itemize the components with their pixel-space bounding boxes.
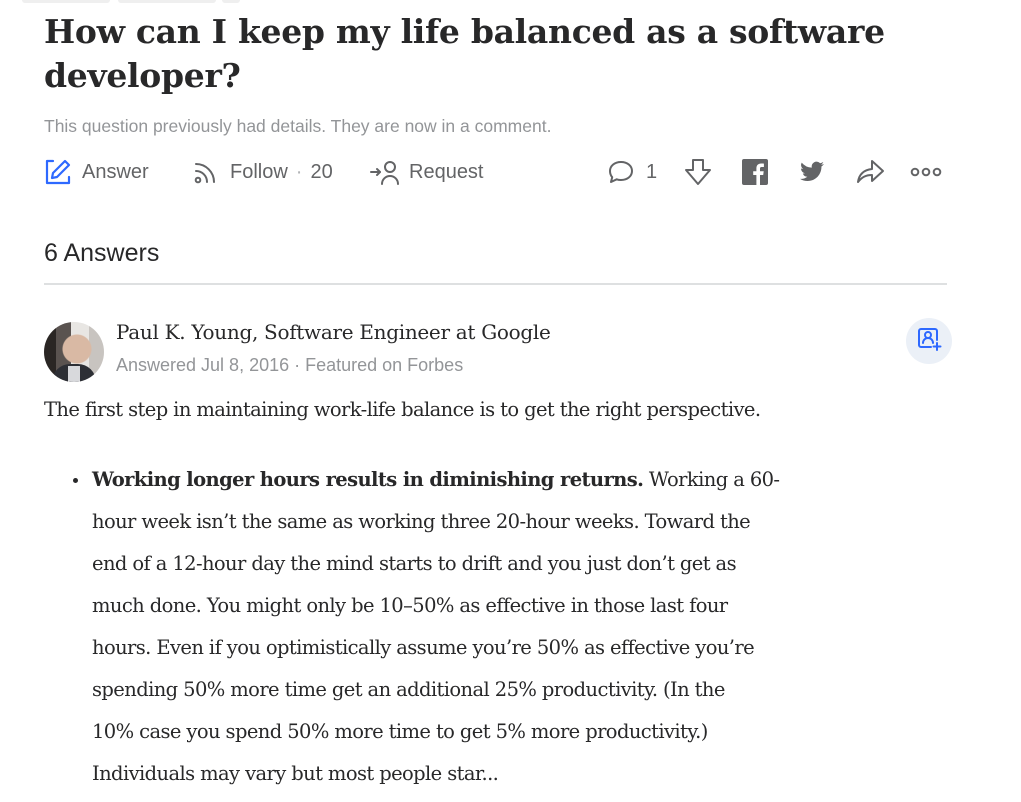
facebook-icon: [742, 159, 768, 185]
request-button[interactable]: Request: [369, 155, 484, 189]
bullet-bold-lead: Working longer hours results in diminish…: [92, 468, 644, 491]
request-user-icon: [369, 158, 401, 186]
bullet-line: 10% case you spend 50% more time to get …: [92, 720, 708, 743]
request-label: Request: [409, 160, 484, 183]
top-edge-segment: [222, 0, 240, 3]
facebook-share-button[interactable]: [742, 155, 768, 189]
follow-button[interactable]: Follow · 20: [192, 155, 333, 189]
downvote-arrow-icon: [682, 157, 714, 187]
avatar-shirt: [68, 366, 80, 382]
bullet-line: much done. You might only be 10–50% as e…: [92, 594, 728, 617]
answer-intro-paragraph: The first step in maintaining work-life …: [44, 398, 761, 421]
answer-bullet-item: Working longer hours results in diminish…: [73, 459, 902, 795]
author-name-link[interactable]: Paul K. Young, Software Engineer at Goog…: [116, 320, 551, 344]
pencil-edit-icon: [44, 158, 72, 186]
more-dots-icon: [910, 165, 942, 179]
bullet-line: Working longer hours results in diminish…: [92, 459, 902, 501]
comment-count: 1: [646, 160, 658, 183]
question-action-bar: Answer Follow · 20 Request 1: [44, 155, 954, 189]
author-avatar[interactable]: [44, 322, 104, 382]
follow-label: Follow: [230, 160, 288, 183]
follow-count: 20: [310, 160, 333, 183]
comment-bubble-icon: [606, 158, 636, 186]
bullet-line-truncated[interactable]: Individuals may vary but most people sta…: [92, 753, 902, 795]
more-options-button[interactable]: [910, 155, 942, 189]
rss-feed-icon: [192, 158, 220, 186]
twitter-share-button[interactable]: [798, 155, 826, 189]
answers-count-heading: 6 Answers: [44, 239, 160, 267]
add-user-icon: [916, 326, 942, 357]
comment-button[interactable]: 1: [606, 155, 657, 189]
bullet-line: hours. Even if you optimistically assume…: [92, 636, 755, 659]
answer-label: Answer: [82, 160, 149, 183]
answer-meta: Answered Jul 8, 2016 · Featured on Forbe…: [116, 355, 464, 375]
question-title: How can I keep my life balanced as a sof…: [44, 12, 885, 95]
question-details-note: This question previously had details. Th…: [44, 116, 552, 136]
bullet-line: hour week isn’t the same as working thre…: [92, 510, 751, 533]
bullet-line: end of a 12-hour day the mind starts to …: [92, 552, 737, 575]
follow-separator: ·: [295, 160, 303, 183]
answer-button[interactable]: Answer: [44, 155, 149, 189]
bullet-text: Working a 60-: [643, 468, 780, 491]
bullet-line: spending 50% more time get an additional…: [92, 678, 725, 701]
top-edge-segment: [22, 0, 110, 3]
twitter-icon: [798, 159, 826, 185]
answer-bullet-list: Working longer hours results in diminish…: [73, 459, 902, 795]
share-arrow-icon: [854, 158, 886, 186]
follow-author-button[interactable]: [906, 318, 952, 364]
section-divider: [44, 283, 947, 285]
downvote-button[interactable]: [682, 155, 714, 189]
top-edge-segment: [118, 0, 216, 3]
share-button[interactable]: [854, 155, 886, 189]
top-scroll-edge: [0, 0, 1021, 4]
